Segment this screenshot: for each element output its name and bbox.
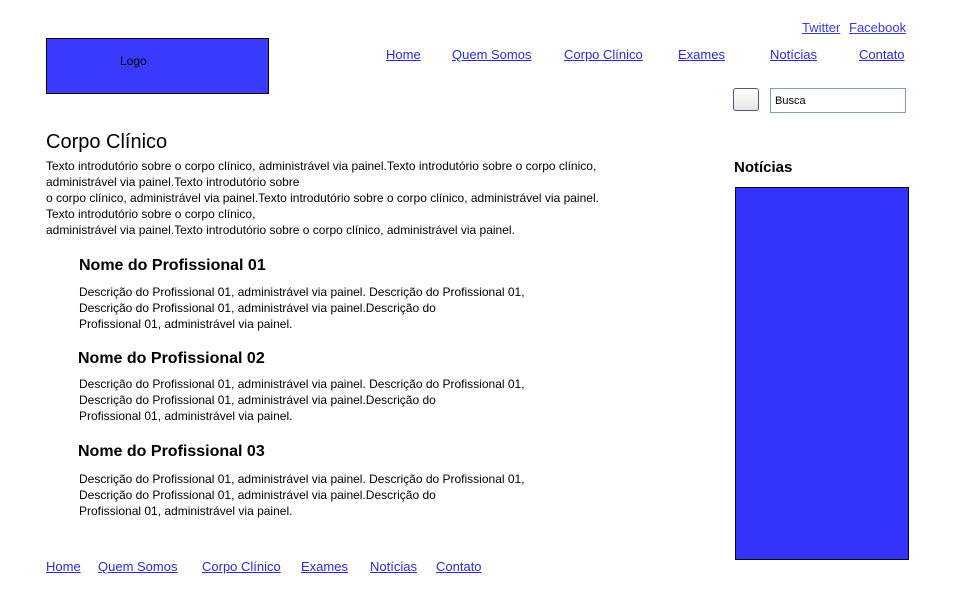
nav-home[interactable]: Home — [386, 47, 421, 62]
page-title: Corpo Clínico — [46, 131, 168, 153]
footer-nav-contato[interactable]: Contato — [436, 559, 482, 574]
description-line: Descrição do Profissional 01, administrá… — [79, 301, 436, 315]
footer-nav-noticias[interactable]: Notícias — [370, 559, 417, 574]
logo-text: Logo — [120, 54, 147, 68]
footer-nav-exames[interactable]: Exames — [301, 559, 348, 574]
intro-line: Texto introdutório sobre o corpo clínico… — [46, 159, 597, 173]
nav-noticias[interactable]: Notícias — [770, 47, 817, 62]
professional-description: Descrição do Profissional 01, administrá… — [79, 284, 525, 332]
intro-line: administrável via painel.Texto introdutó… — [46, 223, 515, 237]
description-line: Descrição do Profissional 01, administrá… — [79, 377, 525, 391]
professional-name: Nome do Profissional 01 — [79, 257, 266, 274]
description-line: Profissional 01, administrável via paine… — [79, 317, 293, 331]
nav-exames[interactable]: Exames — [678, 47, 725, 62]
intro-line: administrável via painel.Texto introdutó… — [46, 175, 300, 189]
description-line: Profissional 01, administrável via paine… — [79, 504, 293, 518]
footer-nav-quem-somos[interactable]: Quem Somos — [98, 559, 177, 574]
professional-name: Nome do Profissional 02 — [78, 350, 265, 367]
facebook-link[interactable]: Facebook — [849, 20, 906, 35]
news-placeholder[interactable] — [735, 187, 909, 560]
intro-line: Texto introdutório sobre o corpo clínico… — [46, 207, 256, 221]
intro-text: Texto introdutório sobre o corpo clínico… — [46, 158, 656, 238]
professional-name: Nome do Profissional 03 — [78, 443, 265, 460]
nav-quem-somos[interactable]: Quem Somos — [452, 47, 531, 62]
description-line: Descrição do Profissional 01, administrá… — [79, 488, 436, 502]
intro-line: o corpo clínico, administrável via paine… — [46, 191, 599, 205]
description-line: Descrição do Profissional 01, administrá… — [79, 285, 525, 299]
nav-contato[interactable]: Contato — [859, 47, 905, 62]
logo-placeholder[interactable] — [46, 38, 269, 94]
description-line: Profissional 01, administrável via paine… — [79, 409, 293, 423]
description-line: Descrição do Profissional 01, administrá… — [79, 393, 436, 407]
professional-description: Descrição do Profissional 01, administrá… — [79, 376, 525, 424]
search-button[interactable] — [733, 88, 759, 111]
search-input[interactable] — [770, 88, 906, 113]
professional-description: Descrição do Profissional 01, administrá… — [79, 471, 525, 519]
description-line: Descrição do Profissional 01, administrá… — [79, 472, 525, 486]
footer-nav-corpo-clinico[interactable]: Corpo Clínico — [202, 559, 281, 574]
nav-corpo-clinico[interactable]: Corpo Clínico — [564, 47, 643, 62]
footer-nav-home[interactable]: Home — [46, 559, 81, 574]
twitter-link[interactable]: Twitter — [802, 20, 840, 35]
news-title: Notícias — [734, 159, 793, 176]
